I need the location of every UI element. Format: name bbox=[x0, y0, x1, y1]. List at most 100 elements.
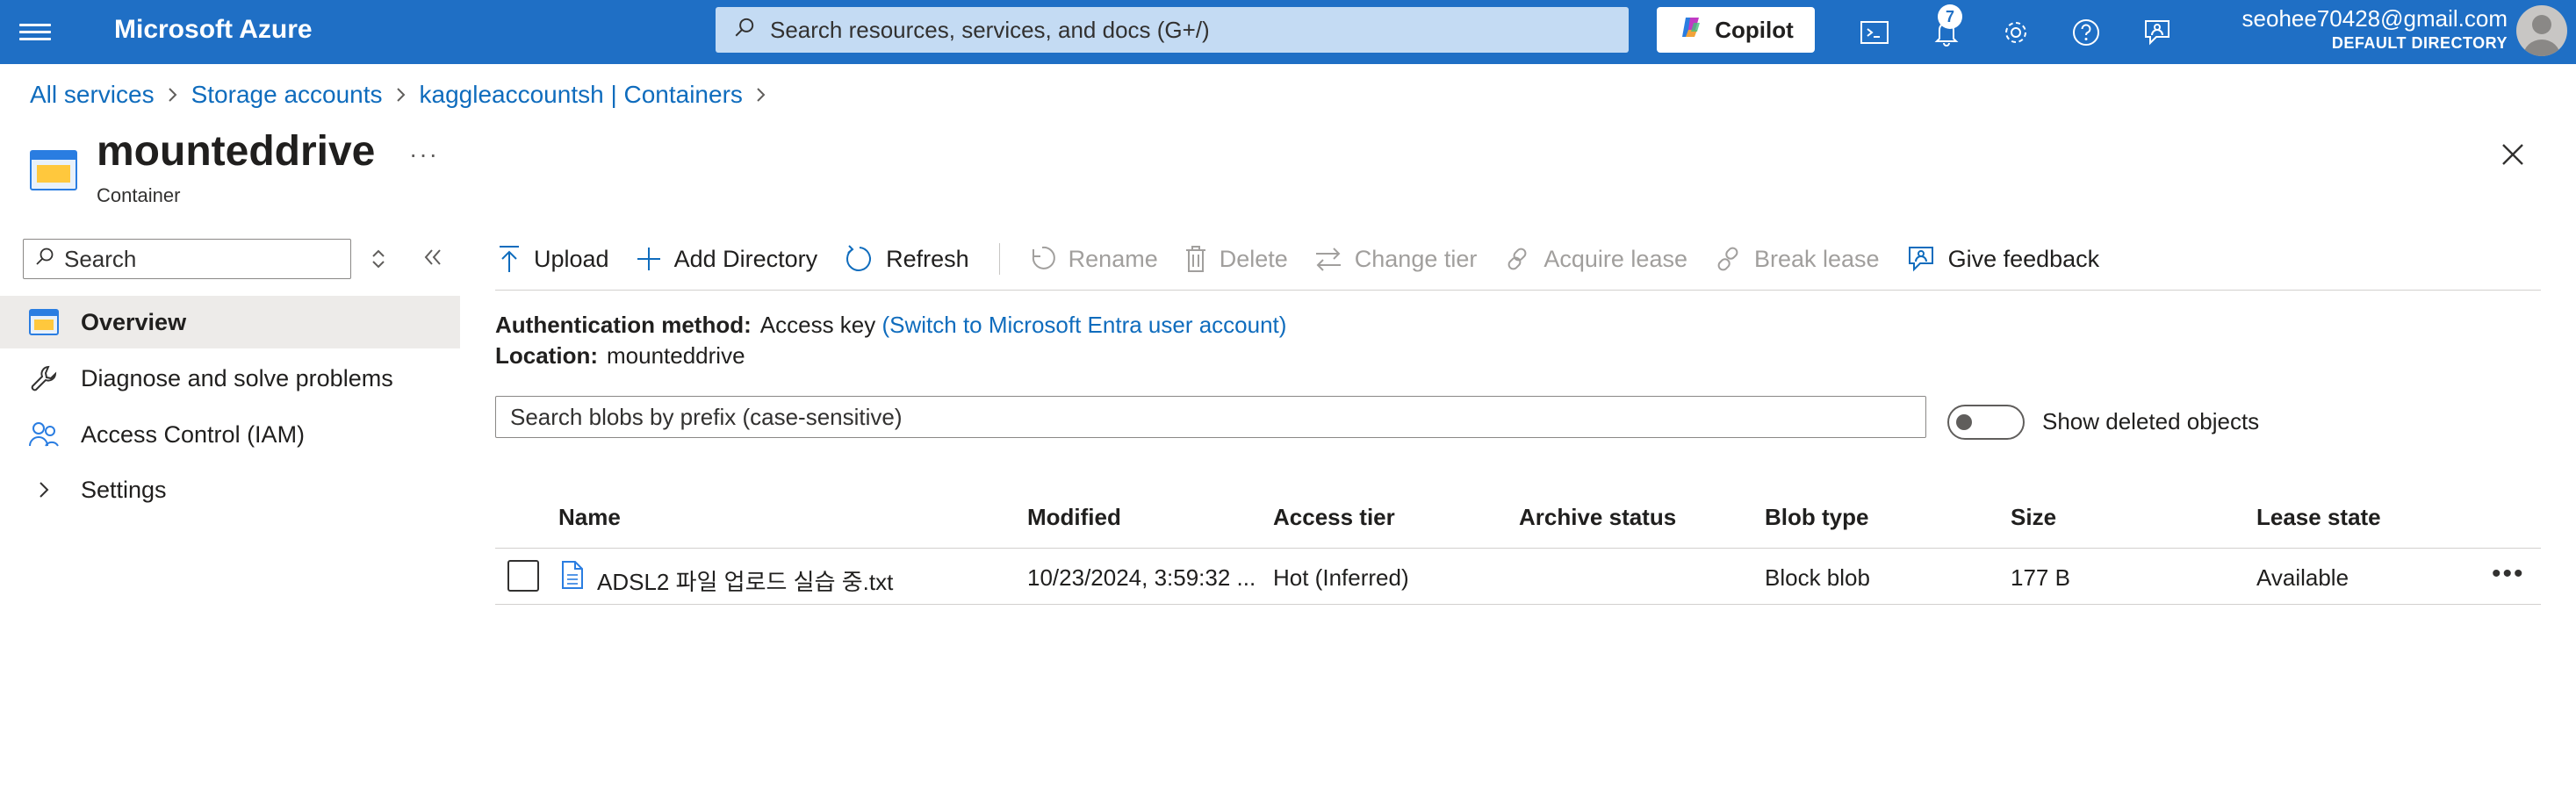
auth-method-row: Authentication method: Access key (Switch… bbox=[495, 312, 1286, 339]
row-more-icon[interactable]: ••• bbox=[2492, 559, 2525, 589]
collapse-sidebar-icon[interactable] bbox=[421, 246, 444, 273]
global-search-placeholder: Search resources, services, and docs (G+… bbox=[770, 16, 1210, 43]
break-lease-label: Break lease bbox=[1753, 245, 1880, 272]
avatar[interactable] bbox=[2516, 5, 2567, 56]
feedback-icon bbox=[1906, 244, 1936, 274]
account-directory: DEFAULT DIRECTORY bbox=[2331, 34, 2508, 52]
column-header-name[interactable]: Name bbox=[558, 504, 621, 531]
table-header-divider bbox=[495, 548, 2541, 549]
upload-button[interactable]: Upload bbox=[497, 244, 609, 274]
location-row: Location: mounteddrive bbox=[495, 342, 745, 370]
sidebar-item-label: Overview bbox=[81, 308, 187, 335]
row-checkbox[interactable] bbox=[507, 560, 539, 592]
container-icon bbox=[30, 149, 77, 191]
cloud-shell-icon[interactable] bbox=[1856, 14, 1893, 51]
acquire-lease-label: Acquire lease bbox=[1543, 245, 1687, 272]
change-tier-label: Change tier bbox=[1354, 245, 1478, 272]
page-title: mounteddrive bbox=[97, 128, 376, 175]
copilot-label: Copilot bbox=[1715, 16, 1794, 43]
table-row-divider bbox=[495, 604, 2541, 605]
blob-type: Block blob bbox=[1765, 564, 1870, 591]
sidebar-item-overview[interactable]: Overview bbox=[0, 296, 460, 348]
blob-search-placeholder: Search blobs by prefix (case-sensitive) bbox=[510, 403, 903, 430]
chevron-right-icon bbox=[755, 86, 767, 104]
location-label: Location: bbox=[495, 342, 598, 369]
blob-access-tier: Hot (Inferred) bbox=[1273, 564, 1409, 591]
sort-icon[interactable] bbox=[369, 248, 388, 275]
sidebar-item-settings[interactable]: Settings bbox=[0, 463, 460, 516]
command-bar: Upload Add Directory Refresh Rename Dele… bbox=[497, 237, 2126, 281]
upload-label: Upload bbox=[534, 245, 609, 272]
toolbar-divider-line bbox=[495, 290, 2541, 291]
upload-icon bbox=[497, 244, 522, 274]
blob-size: 177 B bbox=[2011, 564, 2070, 591]
delete-button[interactable]: Delete bbox=[1184, 245, 1288, 273]
global-search-input[interactable]: Search resources, services, and docs (G+… bbox=[716, 7, 1629, 53]
gear-icon[interactable] bbox=[1997, 14, 2034, 51]
auth-method-label: Authentication method: bbox=[495, 312, 752, 338]
sidebar-item-iam[interactable]: Access Control (IAM) bbox=[0, 408, 460, 461]
link-icon bbox=[1503, 245, 1531, 273]
breadcrumb-containers[interactable]: kaggleaccountsh | Containers bbox=[420, 81, 743, 109]
blob-name-link[interactable]: ADSL2 파일 업로드 실습 중.txt bbox=[597, 564, 893, 597]
column-header-modified[interactable]: Modified bbox=[1027, 504, 1121, 531]
search-icon bbox=[733, 16, 756, 45]
refresh-icon bbox=[844, 244, 874, 274]
sidebar-item-label: Diagnose and solve problems bbox=[81, 364, 393, 391]
help-icon[interactable] bbox=[2068, 14, 2105, 51]
chevron-right-icon bbox=[167, 86, 179, 104]
copilot-icon bbox=[1678, 14, 1704, 47]
account-email: seohee70428@gmail.com bbox=[2241, 5, 2508, 32]
give-feedback-button[interactable]: Give feedback bbox=[1906, 244, 2100, 274]
trash-icon bbox=[1184, 245, 1207, 273]
account-menu[interactable]: seohee70428@gmail.com DEFAULT DIRECTORY bbox=[2242, 5, 2508, 53]
acquire-lease-button[interactable]: Acquire lease bbox=[1503, 245, 1687, 273]
brand-title[interactable]: Microsoft Azure bbox=[114, 15, 313, 45]
rename-icon bbox=[1030, 244, 1056, 274]
show-deleted-toggle[interactable] bbox=[1947, 405, 2025, 440]
chevron-right-icon bbox=[395, 86, 407, 104]
more-actions-icon[interactable]: ··· bbox=[409, 140, 439, 169]
sidebar-item-label: Access Control (IAM) bbox=[81, 420, 306, 448]
search-icon bbox=[34, 246, 55, 273]
rename-label: Rename bbox=[1068, 245, 1158, 272]
plus-icon bbox=[636, 246, 662, 272]
close-icon[interactable] bbox=[2497, 139, 2529, 170]
page-subtitle: Container bbox=[97, 184, 181, 206]
broken-link-icon bbox=[1714, 245, 1742, 273]
feedback-icon[interactable] bbox=[2139, 14, 2176, 51]
column-header-size[interactable]: Size bbox=[2011, 504, 2056, 531]
menu-icon[interactable] bbox=[19, 19, 51, 46]
add-directory-button[interactable]: Add Directory bbox=[636, 246, 817, 273]
people-icon bbox=[26, 417, 61, 452]
column-header-blob-type[interactable]: Blob type bbox=[1765, 504, 1868, 531]
column-header-access-tier[interactable]: Access tier bbox=[1273, 504, 1395, 531]
top-bar: Microsoft Azure Search resources, servic… bbox=[0, 0, 2576, 64]
sidebar-search-input[interactable]: Search bbox=[23, 239, 351, 279]
sidebar-search-placeholder: Search bbox=[64, 245, 137, 272]
change-tier-button[interactable]: Change tier bbox=[1314, 245, 1478, 273]
switch-auth-link[interactable]: (Switch to Microsoft Entra user account) bbox=[882, 312, 1287, 338]
blob-modified: 10/23/2024, 3:59:32 ... bbox=[1027, 564, 1256, 591]
break-lease-button[interactable]: Break lease bbox=[1714, 245, 1880, 273]
copilot-button[interactable]: Copilot bbox=[1657, 7, 1815, 53]
wrench-icon bbox=[26, 361, 61, 396]
breadcrumb-storage-accounts[interactable]: Storage accounts bbox=[191, 81, 383, 109]
chevron-right-icon bbox=[26, 472, 61, 507]
rename-button[interactable]: Rename bbox=[1030, 244, 1158, 274]
breadcrumb: All services Storage accounts kaggleacco… bbox=[30, 81, 780, 109]
sidebar-item-diagnose[interactable]: Diagnose and solve problems bbox=[0, 352, 460, 405]
give-feedback-label: Give feedback bbox=[1947, 245, 2100, 272]
toggle-knob bbox=[1956, 414, 1972, 430]
delete-label: Delete bbox=[1219, 245, 1288, 272]
breadcrumb-all-services[interactable]: All services bbox=[30, 81, 155, 109]
sidebar-item-label: Settings bbox=[81, 476, 167, 503]
column-header-lease-state[interactable]: Lease state bbox=[2256, 504, 2381, 531]
refresh-label: Refresh bbox=[886, 245, 969, 272]
notification-badge: 7 bbox=[1938, 4, 1962, 29]
column-header-archive-status[interactable]: Archive status bbox=[1519, 504, 1676, 531]
blob-search-input[interactable]: Search blobs by prefix (case-sensitive) bbox=[495, 396, 1926, 438]
container-icon bbox=[26, 305, 61, 340]
refresh-button[interactable]: Refresh bbox=[844, 244, 969, 274]
auth-method-value: Access key bbox=[759, 312, 876, 338]
